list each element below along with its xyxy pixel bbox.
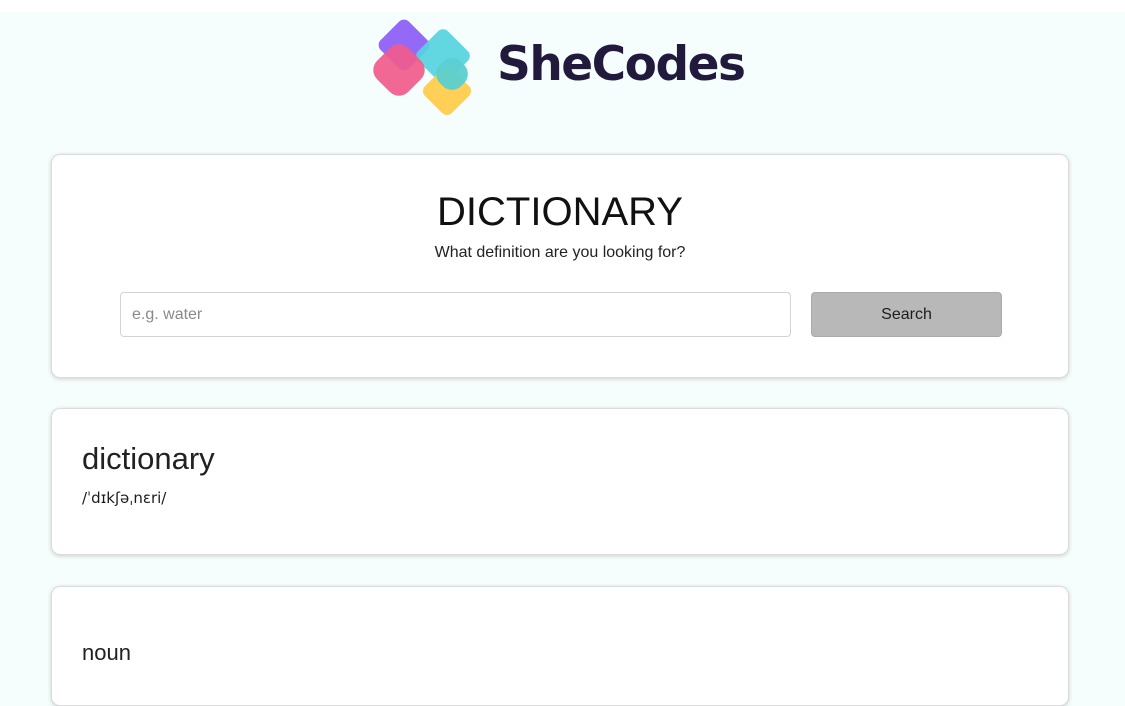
result-word: dictionary [82,441,215,476]
top-strip [0,0,1125,12]
result-phonetic: /ˈdɪkʃəˌnɛri/ [82,489,167,507]
logo-wordmark: SheCodes [497,37,746,92]
page-title: DICTIONARY [437,190,683,234]
meaning-card: noun [51,586,1069,706]
search-button[interactable]: Search [811,292,1002,337]
search-input[interactable] [120,292,791,337]
part-of-speech: noun [82,640,131,665]
shecodes-logo-mark-icon [373,19,471,115]
search-card: DICTIONARY What definition are you looki… [51,154,1069,378]
word-card: dictionary /ˈdɪkʃəˌnɛri/ [51,408,1069,555]
shecodes-logo[interactable]: SheCodes [366,12,766,127]
search-subtitle: What definition are you looking for? [434,244,686,261]
